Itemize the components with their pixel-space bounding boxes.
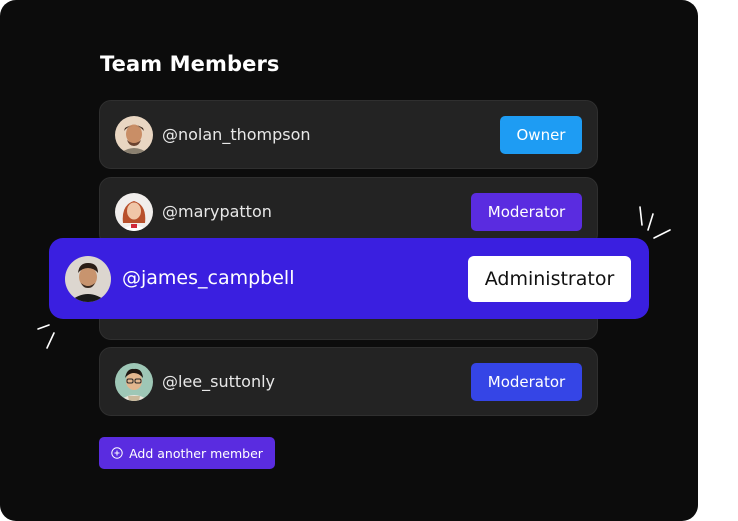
member-row-james-highlighted[interactable]: @james_campbell Administrator: [49, 238, 649, 319]
member-handle: @marypatton: [162, 202, 272, 221]
avatar: [115, 193, 153, 231]
member-row-mary[interactable]: @marypatton Moderator: [99, 177, 598, 246]
role-badge-owner[interactable]: Owner: [500, 116, 582, 154]
spark-lines-icon: [639, 206, 671, 239]
avatar: [65, 256, 111, 302]
member-row-nolan[interactable]: @nolan_thompson Owner: [99, 100, 598, 169]
spark-lines-icon: [37, 324, 55, 349]
member-handle: @nolan_thompson: [162, 125, 311, 144]
avatar: [115, 363, 153, 401]
member-row-lee[interactable]: @lee_suttonly Moderator: [99, 347, 598, 416]
stage: Team Members @nolan_thompson Owner @mary…: [0, 0, 738, 521]
role-badge-administrator[interactable]: Administrator: [468, 256, 631, 302]
member-handle: @lee_suttonly: [162, 372, 275, 391]
add-member-button[interactable]: Add another member: [99, 437, 275, 469]
role-badge-moderator[interactable]: Moderator: [471, 363, 582, 401]
role-badge-moderator[interactable]: Moderator: [471, 193, 582, 231]
member-handle: @james_campbell: [122, 267, 295, 289]
section-title: Team Members: [100, 52, 280, 76]
add-member-label: Add another member: [129, 445, 263, 461]
avatar: [115, 116, 153, 154]
plus-circle-icon: [111, 447, 123, 459]
